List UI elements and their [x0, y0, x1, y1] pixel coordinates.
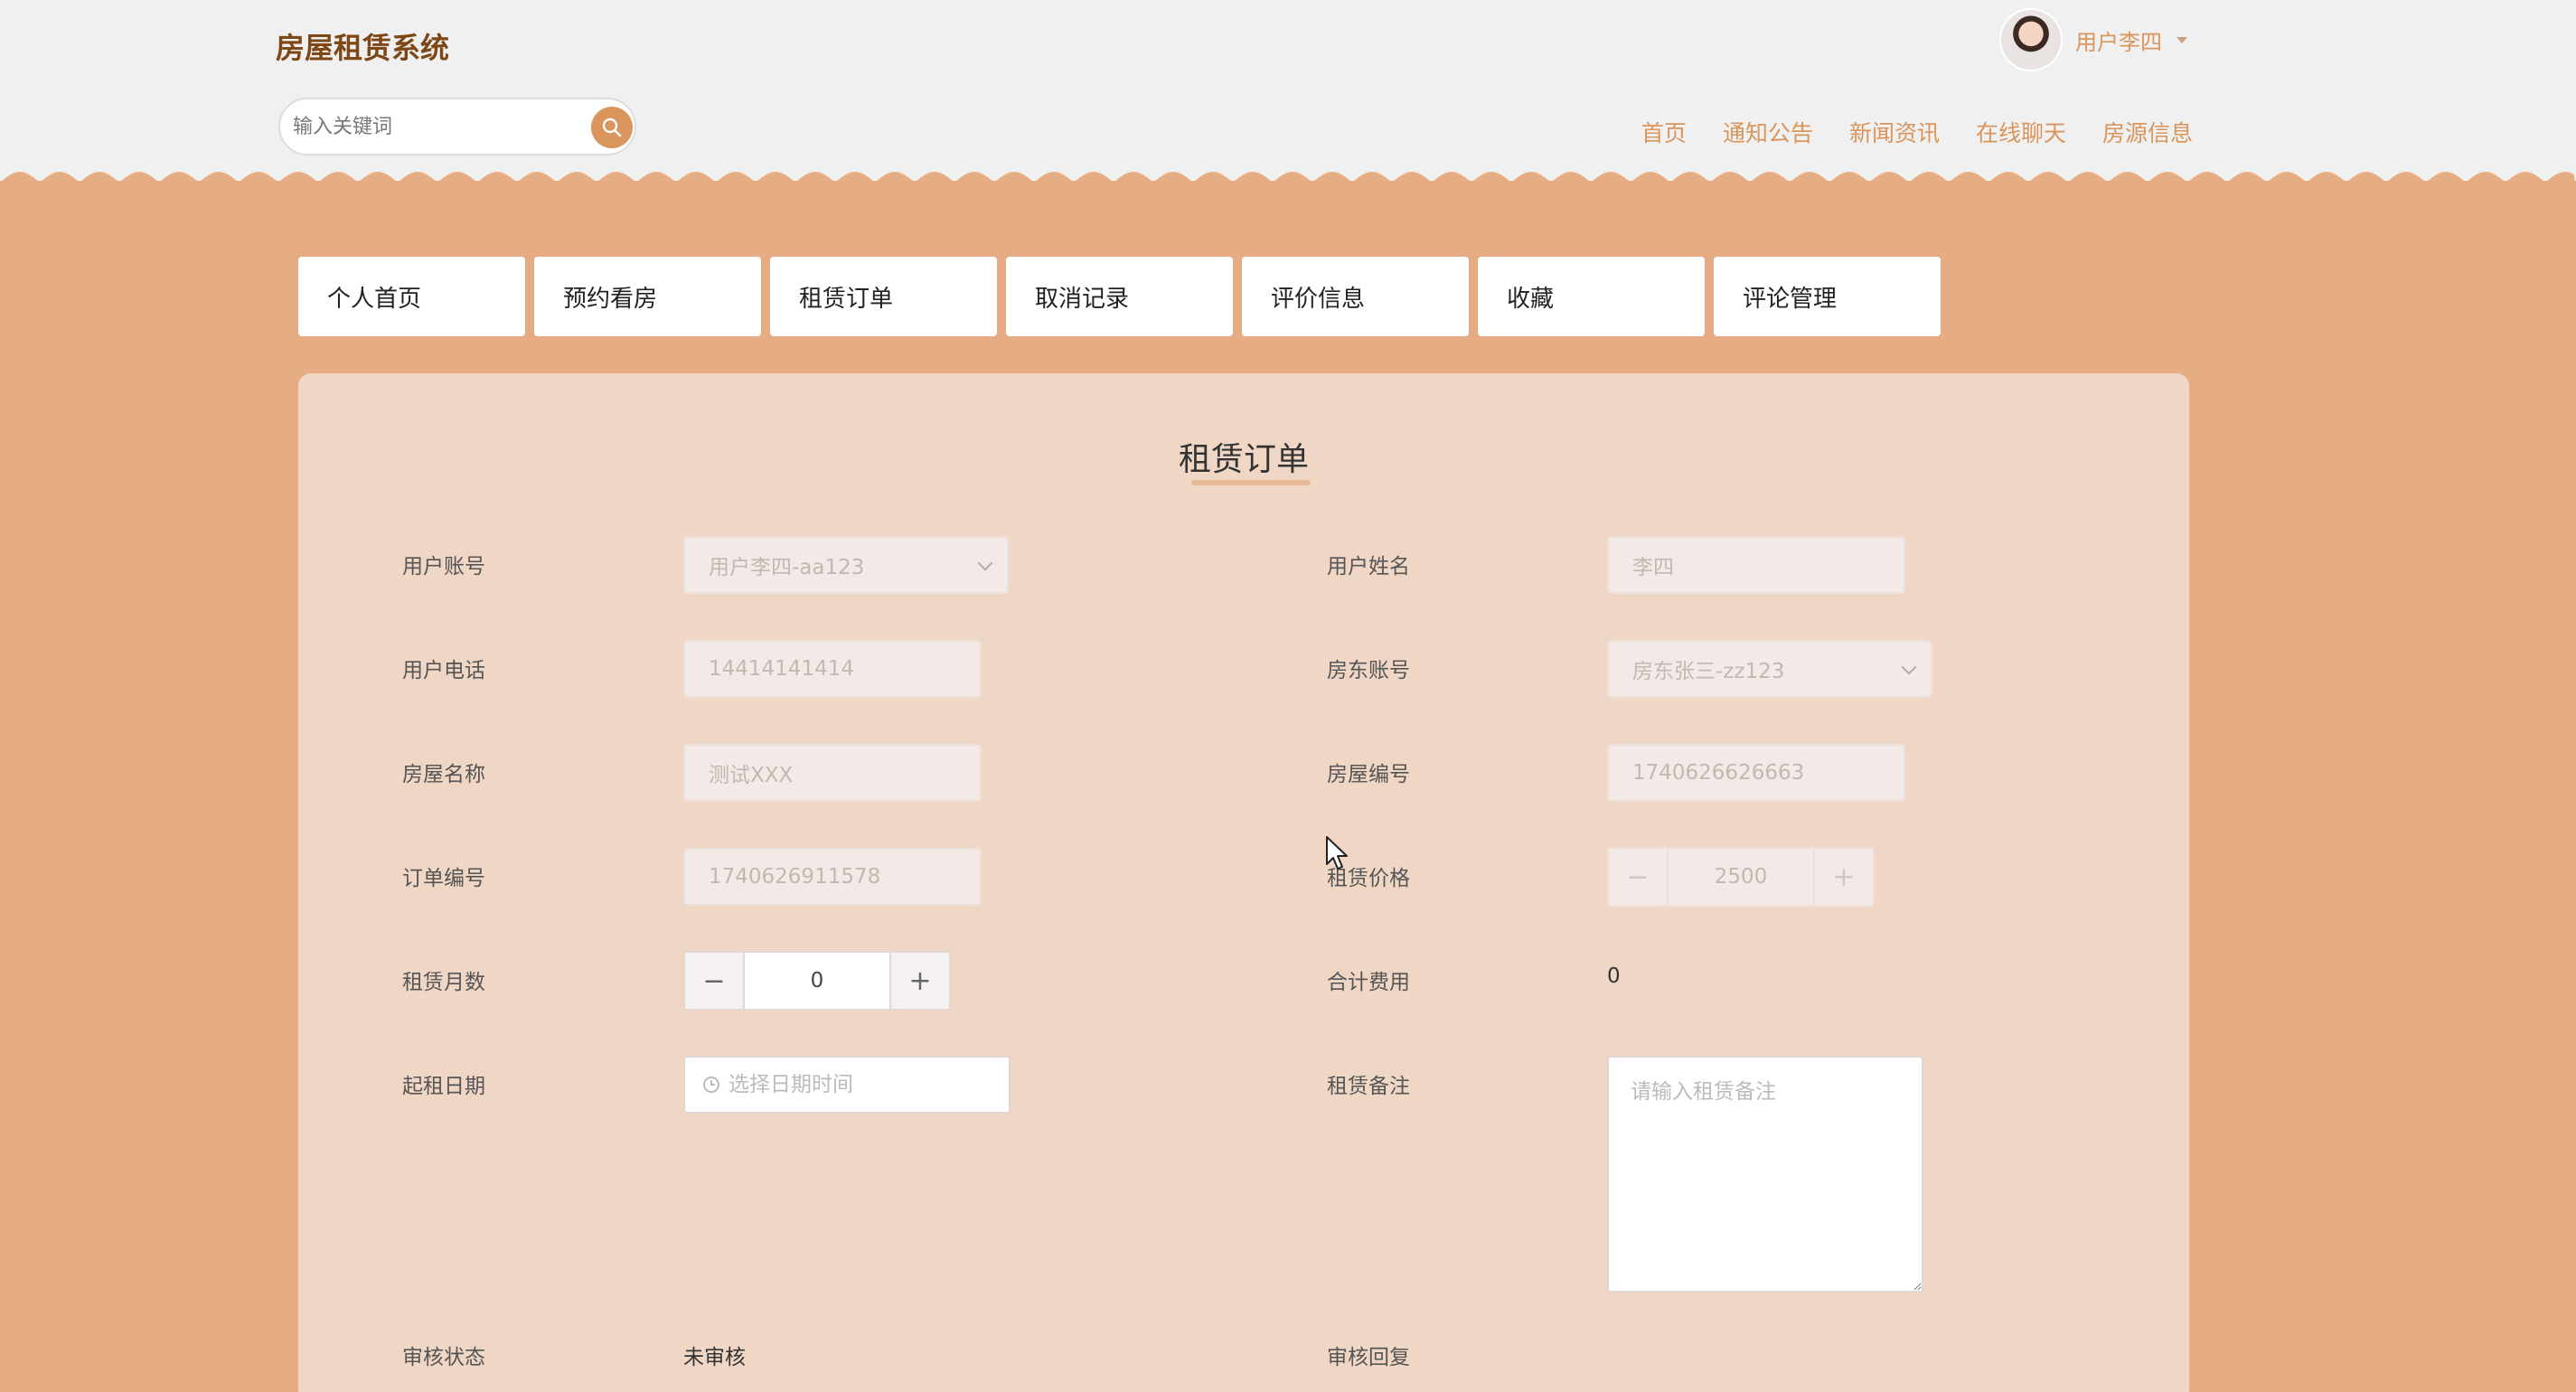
- order-form-panel: 租赁订单 用户账号 用户李四-aa123 用户姓名 李四 用户电话 144141…: [298, 373, 2189, 1392]
- chevron-down-icon: [977, 555, 993, 571]
- tab-viewing-appointments[interactable]: 预约看房: [534, 257, 761, 336]
- user-account-value: 用户李四-aa123: [709, 556, 865, 579]
- tab-favorites[interactable]: 收藏: [1478, 257, 1705, 336]
- user-phone-field[interactable]: 14414141414: [683, 640, 982, 698]
- chevron-down-icon: [1901, 659, 1917, 675]
- user-phone-label: 用户电话: [402, 659, 485, 682]
- start-date-label: 起租日期: [402, 1075, 485, 1098]
- rent-months-value[interactable]: 0: [743, 953, 891, 1009]
- audit-status-label: 审核状态: [402, 1346, 485, 1369]
- tab-cancel-records[interactable]: 取消记录: [1006, 257, 1233, 336]
- nav-chat[interactable]: 在线聊天: [1976, 116, 2066, 148]
- mouse-cursor-icon: [1326, 836, 1348, 870]
- start-date-picker[interactable]: [683, 1056, 1011, 1114]
- user-name: 用户李四: [2075, 29, 2162, 55]
- user-phone-value: 14414141414: [709, 657, 854, 681]
- remark-textarea[interactable]: [1607, 1056, 1923, 1293]
- total-cost-value: 0: [1607, 964, 1621, 988]
- nav-notices[interactable]: 通知公告: [1723, 116, 1813, 148]
- audit-status-value: 未审核: [683, 1346, 746, 1369]
- user-account-select[interactable]: 用户李四-aa123: [683, 536, 1009, 594]
- nav-home[interactable]: 首页: [1641, 116, 1687, 148]
- page-title: 租赁订单: [1178, 441, 1309, 478]
- user-menu[interactable]: 用户李四: [1999, 7, 2187, 72]
- rent-price-value[interactable]: 2500: [1667, 849, 1815, 905]
- house-name-field[interactable]: 测试XXX: [683, 744, 982, 802]
- user-tabs: 个人首页 预约看房 租赁订单 取消记录 评价信息 收藏 评论管理: [298, 257, 1941, 336]
- rent-price-increase-button[interactable]: +: [1815, 849, 1873, 905]
- tab-personal-home[interactable]: 个人首页: [298, 257, 525, 336]
- search-input[interactable]: [293, 108, 564, 145]
- user-account-label: 用户账号: [402, 555, 485, 578]
- search-icon: [602, 118, 622, 137]
- rent-price-decrease-button[interactable]: −: [1609, 849, 1667, 905]
- wave-divider: [0, 172, 2576, 199]
- user-name-field[interactable]: 李四: [1607, 536, 1905, 594]
- tab-rental-orders[interactable]: 租赁订单: [770, 257, 997, 336]
- user-name-value: 李四: [1632, 556, 1674, 579]
- chevron-down-icon: [2176, 36, 2187, 43]
- total-cost-label: 合计费用: [1327, 971, 1410, 994]
- audit-reply-label: 审核回复: [1327, 1346, 1410, 1369]
- search-button[interactable]: [591, 107, 633, 148]
- house-name-label: 房屋名称: [402, 763, 485, 786]
- search-bar: [278, 98, 636, 155]
- order-no-value: 1740626911578: [709, 865, 881, 889]
- clock-icon: [703, 1077, 719, 1093]
- avatar: [1999, 8, 2063, 71]
- nav-news[interactable]: 新闻资讯: [1849, 116, 1940, 148]
- main-nav: 首页 通知公告 新闻资讯 在线聊天 房源信息: [1641, 116, 2193, 148]
- rent-months-increase-button[interactable]: +: [891, 953, 949, 1009]
- landlord-account-select[interactable]: 房东张三-zz123: [1607, 640, 1932, 698]
- rent-price-stepper[interactable]: − 2500 +: [1607, 847, 1875, 907]
- remark-label: 租赁备注: [1327, 1075, 1410, 1098]
- house-name-value: 测试XXX: [709, 764, 794, 787]
- order-no-label: 订单编号: [402, 867, 485, 890]
- house-no-value: 1740626626663: [1632, 761, 1805, 785]
- house-no-field[interactable]: 1740626626663: [1607, 744, 1905, 802]
- tab-reviews[interactable]: 评价信息: [1242, 257, 1469, 336]
- rent-months-decrease-button[interactable]: −: [685, 953, 743, 1009]
- top-header: 房屋租赁系统 用户李四 首页 通知公告 新闻资讯 在线聊天 房源信息: [0, 0, 2576, 181]
- order-no-field[interactable]: 1740626911578: [683, 848, 982, 906]
- nav-listings[interactable]: 房源信息: [2102, 116, 2193, 148]
- title-underline: [1191, 480, 1311, 485]
- tab-comment-management[interactable]: 评论管理: [1714, 257, 1941, 336]
- house-no-label: 房屋编号: [1327, 763, 1410, 786]
- user-name-label: 用户姓名: [1327, 555, 1410, 578]
- landlord-account-label: 房东账号: [1327, 659, 1410, 682]
- rent-months-label: 租赁月数: [402, 971, 485, 994]
- site-brand[interactable]: 房屋租赁系统: [276, 25, 449, 67]
- rent-months-stepper[interactable]: − 0 +: [683, 951, 951, 1011]
- start-date-input[interactable]: [729, 1073, 1000, 1096]
- landlord-account-value: 房东张三-zz123: [1632, 660, 1785, 683]
